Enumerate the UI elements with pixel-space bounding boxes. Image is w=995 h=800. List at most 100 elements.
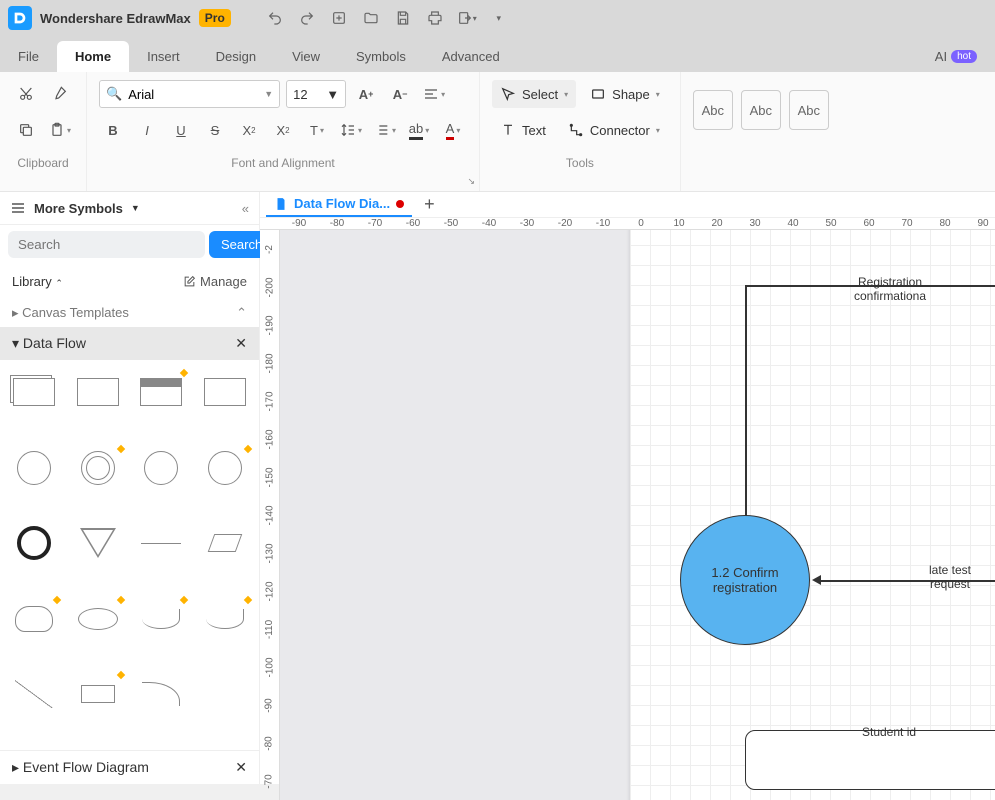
shape-diagonal[interactable] — [6, 672, 62, 716]
superscript-button[interactable]: X2 — [235, 116, 263, 144]
font-color-button[interactable]: A — [439, 116, 467, 144]
canvas[interactable]: Registration confirmationa 1.2 Confirm r… — [280, 230, 995, 800]
tab-ai[interactable]: AI hot — [917, 41, 995, 72]
unsaved-indicator — [396, 200, 404, 208]
style-preset-1[interactable]: Abc — [693, 90, 733, 130]
manage-button[interactable]: Manage — [183, 274, 247, 289]
style-preset-2[interactable]: Abc — [741, 90, 781, 130]
chevron-down-icon: ▼ — [131, 203, 140, 213]
app-logo-icon — [8, 6, 32, 30]
collapse-sidebar-button[interactable]: « — [242, 201, 249, 216]
process-node[interactable]: 1.2 Confirm registration — [680, 515, 810, 645]
font-select[interactable]: 🔍 ▼ — [99, 80, 280, 108]
tab-view[interactable]: View — [274, 41, 338, 72]
add-tab-button[interactable]: + — [416, 194, 443, 215]
document-tab[interactable]: Data Flow Dia... — [266, 192, 412, 217]
strikethrough-button[interactable]: S — [201, 116, 229, 144]
tab-insert[interactable]: Insert — [129, 41, 198, 72]
font-group: 🔍 ▼ 12▼ A+ A− B I U S X2 X2 T — [87, 72, 480, 191]
shape-rect[interactable] — [70, 370, 126, 414]
entity-node[interactable] — [745, 730, 995, 790]
subscript-button[interactable]: X2 — [269, 116, 297, 144]
highlight-button[interactable]: ab — [405, 116, 433, 144]
text-tool[interactable]: Text — [492, 116, 554, 144]
copy-button[interactable] — [12, 116, 40, 144]
style-preset-3[interactable]: Abc — [789, 90, 829, 130]
close-icon[interactable]: ✕ — [235, 759, 247, 776]
app-name: Wondershare EdrawMax — [40, 11, 191, 26]
shape-header-rect[interactable] — [134, 370, 190, 414]
shape-cloud[interactable] — [6, 597, 62, 641]
arrowhead-icon — [812, 575, 821, 585]
shape-empty[interactable] — [197, 672, 253, 716]
main-area: More Symbols ▼ « Search Library ⌃ Manage… — [0, 192, 995, 784]
shape-ellipse[interactable] — [70, 597, 126, 641]
ribbon: Clipboard 🔍 ▼ 12▼ A+ A− B I U S — [0, 72, 995, 192]
format-painter-button[interactable] — [46, 80, 74, 108]
flow-label-bottom[interactable]: Student id — [862, 725, 916, 739]
more-icon[interactable]: ▾ — [487, 6, 511, 30]
flow-label-top[interactable]: Registration confirmationa — [825, 275, 955, 303]
close-icon[interactable]: ✕ — [235, 335, 247, 352]
shape-circle[interactable] — [6, 446, 62, 490]
tab-file[interactable]: File — [0, 41, 57, 72]
library-toggle[interactable]: Library ⌃ — [12, 274, 63, 289]
select-tool[interactable]: Select▾ — [492, 80, 576, 108]
pro-badge: Pro — [199, 9, 231, 27]
shape-stacked-rect[interactable] — [6, 370, 62, 414]
new-icon[interactable] — [327, 6, 351, 30]
tools-caption: Tools — [492, 156, 668, 170]
shape-arc-2[interactable] — [197, 597, 253, 641]
search-input[interactable] — [8, 231, 205, 258]
shape-small-box[interactable] — [70, 672, 126, 716]
paper[interactable]: Registration confirmationa 1.2 Confirm r… — [630, 230, 995, 800]
tab-symbols[interactable]: Symbols — [338, 41, 424, 72]
styles-group: Abc Abc Abc — [681, 72, 841, 191]
shape-diamond[interactable] — [197, 521, 253, 565]
sidebar-section-data-flow[interactable]: ▾ Data Flow ✕ — [0, 327, 259, 360]
decrease-font-button[interactable]: A− — [386, 80, 414, 108]
vertical-ruler: -2-200 -190-180 -170-160 -150-140 -130-1… — [260, 230, 280, 800]
doc-icon — [274, 197, 288, 211]
underline-button[interactable]: U — [167, 116, 195, 144]
font-size-select[interactable]: 12▼ — [286, 80, 346, 108]
tab-advanced[interactable]: Advanced — [424, 41, 518, 72]
tab-design[interactable]: Design — [198, 41, 274, 72]
sidebar: More Symbols ▼ « Search Library ⌃ Manage… — [0, 192, 260, 784]
increase-font-button[interactable]: A+ — [352, 80, 380, 108]
sidebar-category-canvas[interactable]: ▸ Canvas Templates ⌃ — [0, 299, 259, 327]
shape-arc[interactable] — [134, 597, 190, 641]
shape-circle-3[interactable] — [197, 446, 253, 490]
bold-button[interactable]: B — [99, 116, 127, 144]
expand-icon[interactable]: ↘ — [467, 176, 475, 187]
font-input[interactable] — [128, 87, 258, 102]
paste-button[interactable] — [46, 116, 74, 144]
shape-bold-circle[interactable] — [6, 521, 62, 565]
clipboard-caption: Clipboard — [12, 156, 74, 170]
shape-circle-2[interactable] — [134, 446, 190, 490]
align-button[interactable] — [420, 80, 448, 108]
text-case-button[interactable]: T — [303, 116, 331, 144]
redo-icon[interactable] — [295, 6, 319, 30]
open-icon[interactable] — [359, 6, 383, 30]
shape-curve[interactable] — [134, 672, 190, 716]
save-icon[interactable] — [391, 6, 415, 30]
export-icon[interactable]: ▾ — [455, 6, 479, 30]
shape-rect-2[interactable] — [197, 370, 253, 414]
italic-button[interactable]: I — [133, 116, 161, 144]
connector-top[interactable] — [745, 285, 747, 520]
cut-button[interactable] — [12, 80, 40, 108]
print-icon[interactable] — [423, 6, 447, 30]
line-spacing-button[interactable] — [337, 116, 365, 144]
shape-triangle[interactable] — [70, 521, 126, 565]
connector-tool[interactable]: Connector▾ — [560, 116, 668, 144]
list-button[interactable] — [371, 116, 399, 144]
sidebar-section-event-flow[interactable]: ▸ Event Flow Diagram ✕ — [0, 750, 259, 784]
symbols-icon — [10, 200, 26, 216]
shape-tool[interactable]: Shape▾ — [582, 80, 668, 108]
undo-icon[interactable] — [263, 6, 287, 30]
tab-home[interactable]: Home — [57, 41, 129, 72]
flow-label-right[interactable]: late test request — [910, 563, 990, 591]
shape-line[interactable] — [134, 521, 190, 565]
shape-double-circle[interactable] — [70, 446, 126, 490]
